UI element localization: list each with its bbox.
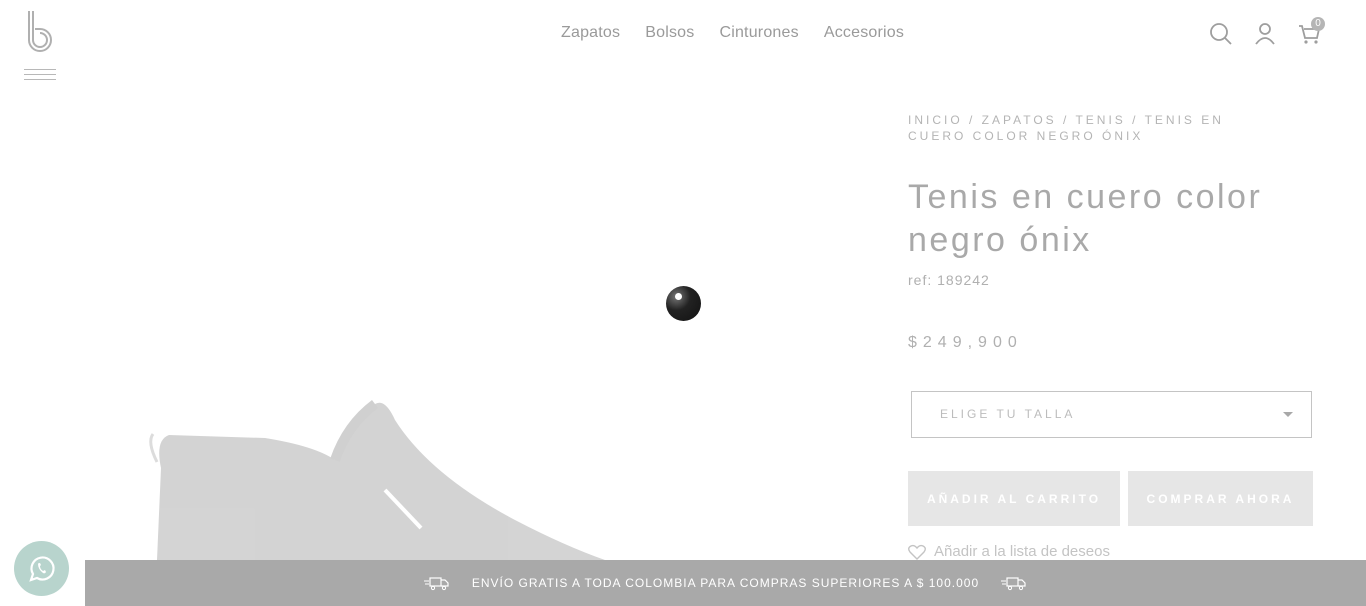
main-nav: Zapatos Bolsos Cinturones Accesorios [561, 24, 904, 42]
account-icon[interactable] [1253, 20, 1277, 46]
loading-spinner [666, 286, 701, 321]
product-title: Tenis en cuero color negro ónix [908, 178, 1263, 259]
whatsapp-icon [28, 555, 55, 582]
product-ref: ref: 189242 [908, 272, 990, 288]
cart-icon[interactable]: 0 [1297, 17, 1325, 46]
delivery-truck-icon [1001, 577, 1026, 591]
hamburger-menu-icon[interactable] [24, 69, 56, 85]
size-select[interactable]: ELIGE TU TALLA [911, 391, 1312, 438]
product-price: $249,900 [908, 334, 1023, 351]
buy-now-button[interactable]: COMPRAR AHORA [1128, 471, 1313, 526]
wishlist-link[interactable]: Añadir a la lista de deseos [908, 543, 1110, 560]
product-image[interactable] [85, 70, 885, 560]
breadcrumb[interactable]: INICIO / ZAPATOS / TENIS / TENIS EN CUER… [908, 112, 1288, 144]
add-to-cart-button[interactable]: AÑADIR AL CARRITO [908, 471, 1120, 526]
delivery-truck-icon [423, 577, 449, 591]
nav-item-zapatos[interactable]: Zapatos [561, 24, 620, 42]
nav-item-cinturones[interactable]: Cinturones [719, 24, 798, 42]
search-icon[interactable] [1209, 20, 1233, 46]
cart-count-badge: 0 [1311, 17, 1325, 31]
brand-logo[interactable] [26, 10, 56, 54]
heart-icon [908, 544, 926, 560]
nav-item-accesorios[interactable]: Accesorios [824, 24, 904, 42]
wishlist-label: Añadir a la lista de deseos [934, 543, 1110, 560]
chevron-down-icon [1283, 412, 1293, 417]
header-actions: 0 [1209, 17, 1325, 46]
nav-item-bolsos[interactable]: Bolsos [645, 24, 694, 42]
whatsapp-button[interactable] [14, 541, 69, 596]
free-shipping-banner: ENVÍO GRATIS A TODA COLOMBIA PARA COMPRA… [85, 560, 1366, 606]
banner-text: ENVÍO GRATIS A TODA COLOMBIA PARA COMPRA… [471, 576, 980, 590]
size-select-label: ELIGE TU TALLA [940, 407, 1076, 421]
